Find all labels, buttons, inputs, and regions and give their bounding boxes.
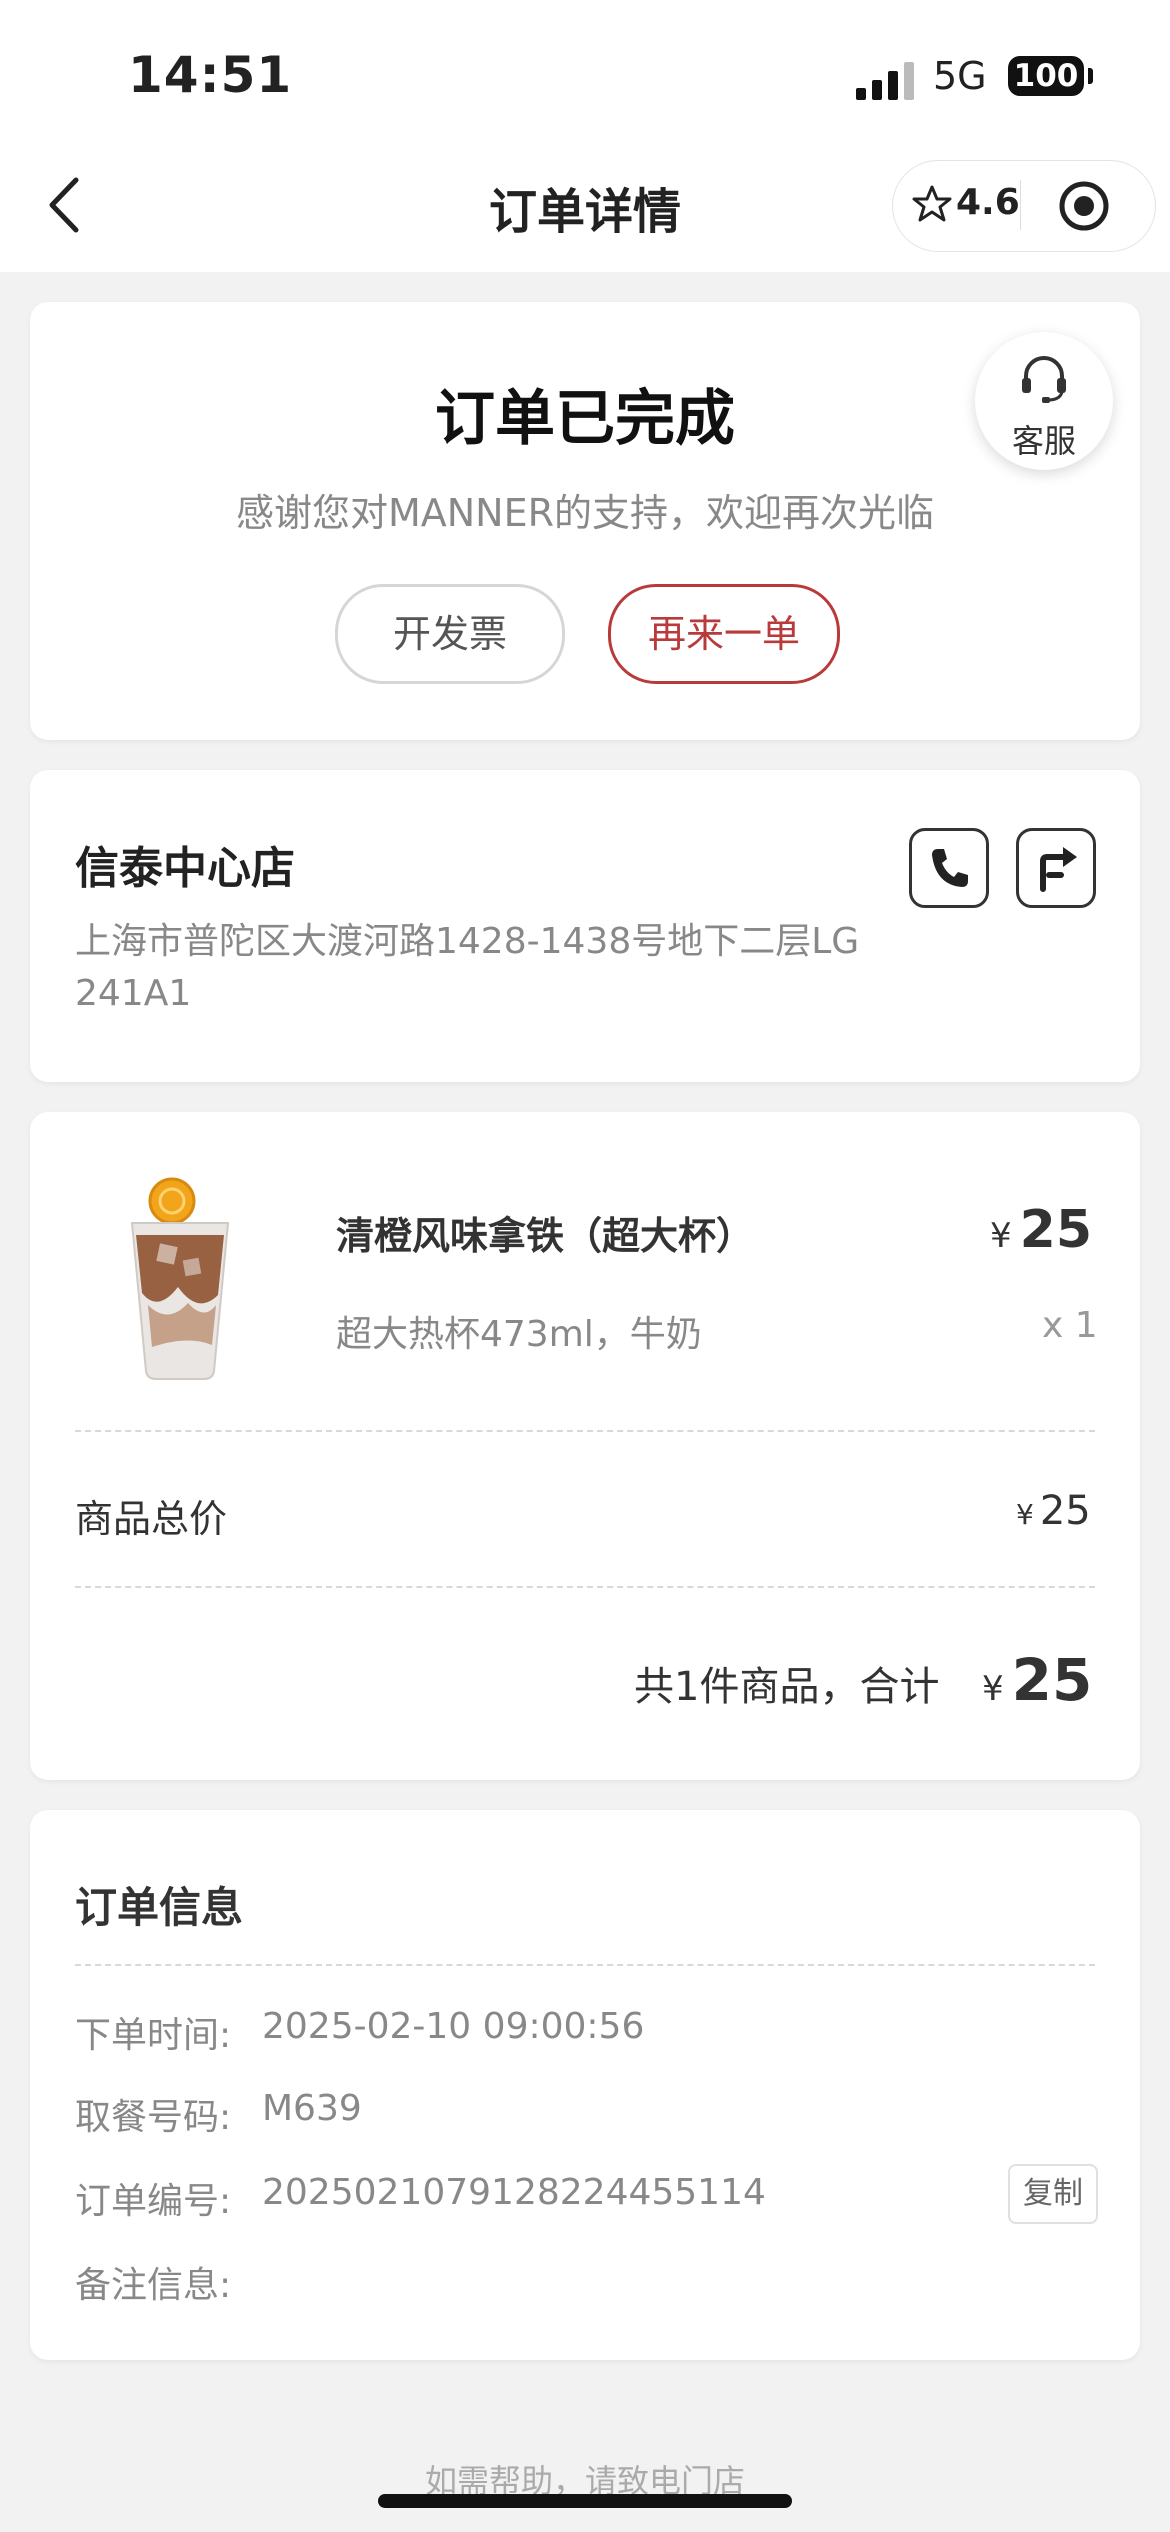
subtotal-amount: 25 [1039,1488,1091,1534]
network-label: 5G [933,54,987,98]
pickup-code-value: M639 [262,2088,362,2129]
subtotal-label: 商品总价 [75,1497,228,1541]
rating-value[interactable]: 4.6 [956,182,1020,223]
order-time-label: 下单时间: [75,2015,232,2056]
subtotal-value: ¥25 [1016,1488,1091,1534]
invoice-button[interactable]: 开发票 [335,584,565,684]
headset-icon [1016,350,1072,406]
close-target-icon[interactable] [1058,180,1110,232]
divider [75,1964,1095,1966]
product-image [118,1175,242,1385]
order-time-value: 2025-02-10 09:00:56 [262,2006,645,2047]
total-price: ¥25 [982,1646,1092,1714]
battery-icon: 100 [1008,56,1084,96]
phone-icon[interactable] [909,828,989,908]
battery-tip [1088,68,1093,84]
remark-label: 备注信息: [75,2265,232,2306]
item-quantity: x 1 [1042,1305,1098,1346]
item-price: ¥25 [990,1200,1092,1260]
divider [75,1430,1095,1432]
order-number-value: 2025021079128224455114 [262,2172,766,2213]
summary-text: 共1件商品，合计 [634,1664,940,1710]
order-info-title: 订单信息 [75,1883,244,1932]
item-name: 清橙风味拿铁（超大杯） [336,1214,755,1258]
total-amount: 25 [1011,1646,1093,1714]
customer-service-label[interactable]: 客服 [975,416,1113,462]
divider [75,1586,1095,1588]
home-indicator [378,2494,792,2508]
reorder-button[interactable]: 再来一单 [608,584,840,684]
item-spec: 超大热杯473ml，牛奶 [336,1314,702,1355]
order-status-subtitle: 感谢您对MANNER的支持，欢迎再次光临 [235,491,935,535]
navigation-icon[interactable] [1016,828,1096,908]
store-address: 上海市普陀区大渡河路1428-1438号地下二层LG 241A1 [75,921,860,1014]
pickup-code-label: 取餐号码: [75,2097,232,2138]
signal-icon [856,60,916,100]
subtotal-currency: ¥ [1016,1498,1034,1531]
store-name: 信泰中心店 [75,843,295,894]
item-price-currency: ¥ [990,1216,1012,1256]
total-currency: ¥ [982,1669,1004,1709]
item-price-value: 25 [1019,1200,1093,1260]
order-number-label: 订单编号: [75,2181,232,2222]
copy-button[interactable]: 复制 [1008,2164,1098,2224]
capsule-divider [1020,180,1021,230]
status-time: 14:51 [128,46,293,104]
star-icon[interactable] [912,184,952,224]
